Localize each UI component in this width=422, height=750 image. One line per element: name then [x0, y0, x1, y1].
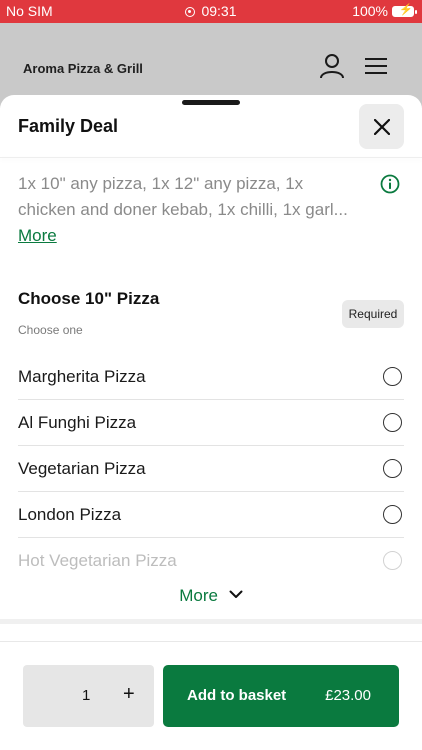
- recording-icon: [185, 7, 196, 17]
- description-more-link[interactable]: More: [18, 226, 57, 246]
- battery-percent: 100%: [352, 3, 388, 19]
- info-icon[interactable]: [380, 174, 400, 194]
- pizza-option[interactable]: Vegetarian Pizza: [18, 446, 404, 492]
- section-title: Choose 10" Pizza: [18, 289, 160, 308]
- radio-button[interactable]: [383, 413, 402, 432]
- description-line: 1x 10" any pizza, 1x 12" any pizza, 1x: [18, 174, 304, 193]
- battery-indicator: 100% ⚡: [352, 3, 417, 19]
- required-badge: Required: [342, 300, 404, 328]
- menu-icon[interactable]: [364, 56, 388, 76]
- title-divider: [0, 157, 422, 158]
- product-sheet: Family Deal 1x 10" any pizza, 1x 12" any…: [0, 95, 422, 750]
- pizza-option[interactable]: Margherita Pizza: [18, 354, 404, 400]
- option-label: Margherita Pizza: [18, 366, 146, 386]
- show-more-options-button[interactable]: More: [0, 586, 422, 606]
- section-subtitle: Choose one: [18, 323, 83, 337]
- more-label: More: [179, 586, 218, 605]
- radio-button[interactable]: [383, 367, 402, 386]
- quantity-stepper: 1 +: [23, 665, 154, 727]
- price-label: £23.00: [325, 687, 371, 704]
- battery-icon: ⚡: [392, 4, 417, 17]
- user-icon[interactable]: [319, 53, 345, 79]
- close-icon: [373, 118, 390, 135]
- chevron-down-icon: [229, 590, 243, 599]
- add-to-basket-label: Add to basket: [187, 687, 287, 704]
- add-to-basket-button[interactable]: Add to basket £23.00: [163, 665, 399, 727]
- radio-button[interactable]: [383, 551, 402, 570]
- section-divider: [0, 641, 422, 642]
- description-line: chicken and doner kebab, 1x chilli, 1x g…: [18, 200, 348, 219]
- quantity-value: 1: [82, 687, 91, 704]
- option-label: Al Funghi Pizza: [18, 412, 137, 432]
- radio-button[interactable]: [383, 459, 402, 478]
- pizza-options-list: Margherita Pizza Al Funghi Pizza Vegetar…: [18, 354, 404, 583]
- sheet-title: Family Deal: [18, 116, 119, 136]
- sheet-grabber[interactable]: [182, 100, 240, 105]
- option-label: London Pizza: [18, 504, 122, 524]
- increase-quantity-button[interactable]: +: [123, 684, 135, 704]
- pizza-option[interactable]: Hot Vegetarian Pizza: [18, 538, 404, 583]
- status-time: 09:31: [201, 3, 237, 19]
- section-divider: [0, 619, 422, 624]
- option-label: Vegetarian Pizza: [18, 458, 146, 478]
- deal-description: 1x 10" any pizza, 1x 12" any pizza, 1x c…: [18, 171, 363, 223]
- status-bar: No SIM 09:31 100% ⚡: [0, 0, 422, 23]
- brand-name[interactable]: Aroma Pizza & Grill: [23, 61, 143, 76]
- radio-button[interactable]: [383, 505, 402, 524]
- pizza-option[interactable]: Al Funghi Pizza: [18, 400, 404, 446]
- pizza-option[interactable]: London Pizza: [18, 492, 404, 538]
- option-label: Hot Vegetarian Pizza: [18, 550, 177, 570]
- close-button[interactable]: [359, 104, 404, 149]
